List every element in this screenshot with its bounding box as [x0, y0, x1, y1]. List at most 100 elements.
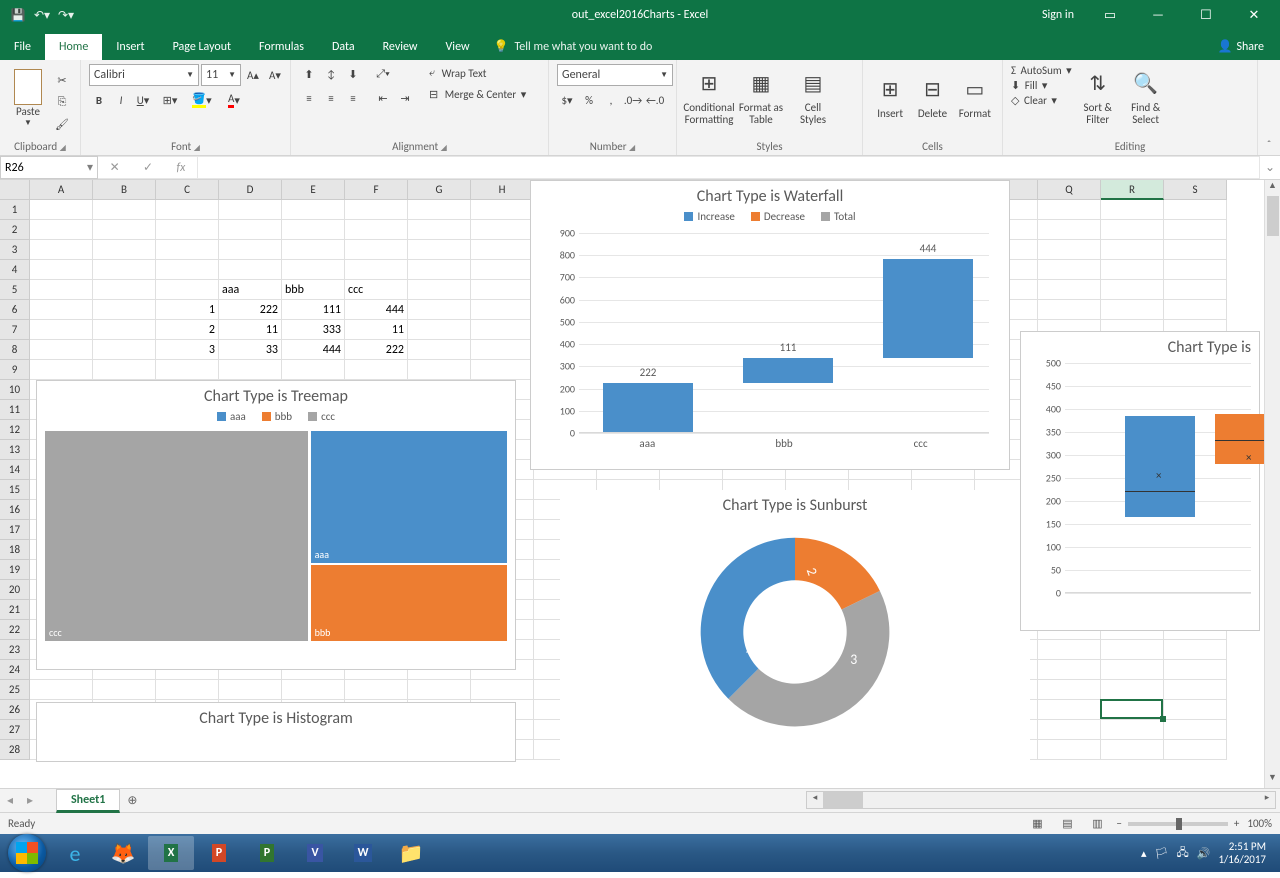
maximize-icon[interactable]: ☐ — [1184, 0, 1228, 30]
sheet-nav-next-icon[interactable]: ▸ — [20, 793, 40, 808]
tab-data[interactable]: Data — [318, 34, 369, 60]
powerpoint-taskbar-button[interactable]: P — [196, 836, 242, 870]
taskbar-clock[interactable]: 2:51 PM 1/16/2017 — [1218, 840, 1266, 866]
align-left-icon[interactable]: ≡ — [299, 88, 319, 108]
zoom-in-icon[interactable]: + — [1234, 817, 1239, 830]
clear-button[interactable]: ◇ Clear ▾ — [1011, 94, 1072, 107]
tell-me-search[interactable]: 💡 Tell me what you want to do — [484, 33, 663, 60]
find-select-button[interactable]: 🔍Find & Select — [1124, 64, 1168, 130]
waterfall-chart[interactable]: Chart Type is Waterfall Increase Decreas… — [530, 180, 1010, 470]
merge-center-button[interactable]: ⊟ Merge & Center ▾ — [425, 86, 530, 103]
sheet-nav-prev-icon[interactable]: ◂ — [0, 793, 20, 808]
tray-volume-icon[interactable]: 🔊 — [1197, 847, 1211, 860]
wrap-text-button[interactable]: ⤶ Wrap Text — [425, 64, 530, 82]
row-headers[interactable]: 1234567891011121314151617181920212223242… — [0, 200, 30, 760]
percent-format-icon[interactable]: % — [579, 90, 599, 110]
excel-taskbar-button[interactable]: X — [148, 836, 194, 870]
increase-decimal-icon[interactable]: .0→ — [623, 90, 643, 110]
share-button[interactable]: 👤 Share — [1201, 33, 1280, 60]
new-sheet-button[interactable]: ⊕ — [120, 793, 144, 808]
enter-formula-icon[interactable]: ✓ — [143, 160, 153, 175]
border-button[interactable]: ⊞▾ — [155, 90, 185, 110]
redo-icon[interactable]: ↷▾ — [56, 5, 76, 25]
orientation-icon[interactable]: ⤢▾ — [373, 64, 393, 84]
font-size-combo[interactable]: 11▼ — [201, 64, 241, 86]
number-format-combo[interactable]: General▼ — [557, 64, 673, 86]
normal-view-icon[interactable]: ▦ — [1026, 815, 1048, 833]
zoom-level[interactable]: 100% — [1247, 817, 1272, 830]
comma-format-icon[interactable]: , — [601, 90, 621, 110]
fill-color-button[interactable]: 🪣▾ — [187, 90, 217, 110]
decrease-decimal-icon[interactable]: ←.0 — [645, 90, 665, 110]
sunburst-chart[interactable]: Chart Type is Sunburst 1 2 3 — [560, 490, 1030, 770]
tab-view[interactable]: View — [432, 34, 484, 60]
align-middle-icon[interactable]: ↕ — [321, 64, 341, 84]
italic-button[interactable]: I — [111, 90, 131, 110]
grow-font-icon[interactable]: A▴ — [243, 65, 263, 85]
format-painter-icon[interactable]: 🖌 — [52, 114, 72, 134]
font-name-combo[interactable]: Calibri▼ — [89, 64, 199, 86]
save-icon[interactable]: 💾 — [8, 5, 28, 25]
name-box[interactable]: R26▾ — [0, 156, 98, 179]
tab-page-layout[interactable]: Page Layout — [159, 34, 245, 60]
start-button[interactable] — [4, 836, 50, 870]
page-layout-view-icon[interactable]: ▤ — [1056, 815, 1078, 833]
format-as-table-button[interactable]: ▦Format as Table — [737, 64, 785, 130]
visio-taskbar-button[interactable]: V — [292, 836, 338, 870]
bold-button[interactable]: B — [89, 90, 109, 110]
copy-icon[interactable]: ⎘ — [52, 92, 72, 112]
tab-file[interactable]: File — [0, 34, 45, 60]
tray-chevron-icon[interactable]: ▴ — [1141, 847, 1147, 860]
tab-review[interactable]: Review — [369, 34, 432, 60]
explorer-taskbar-button[interactable]: 📁 — [388, 836, 434, 870]
tab-insert[interactable]: Insert — [102, 34, 158, 60]
dialog-launcher-icon[interactable]: ◢ — [629, 143, 635, 153]
cancel-formula-icon[interactable]: ✕ — [110, 160, 120, 175]
cell-styles-button[interactable]: ▤Cell Styles — [789, 64, 837, 130]
undo-icon[interactable]: ↶▾ — [32, 5, 52, 25]
treemap-chart[interactable]: Chart Type is Treemap aaa bbb ccc ccc aa… — [36, 380, 516, 670]
paste-button[interactable]: Paste ▼ — [8, 69, 48, 135]
sign-in-link[interactable]: Sign in — [1032, 0, 1084, 30]
tray-flag-icon[interactable]: 🏳 — [1155, 847, 1169, 860]
delete-cells-button[interactable]: ⊟Delete — [913, 64, 951, 130]
fx-icon[interactable]: fx — [176, 161, 185, 175]
align-center-icon[interactable]: ≡ — [321, 88, 341, 108]
format-cells-button[interactable]: ▭Format — [956, 64, 994, 130]
sheet-tab[interactable]: Sheet1 — [56, 789, 120, 813]
tab-home[interactable]: Home — [45, 34, 102, 60]
zoom-out-icon[interactable]: − — [1116, 817, 1121, 830]
underline-button[interactable]: U▾ — [133, 90, 153, 110]
box-whisker-chart[interactable]: Chart Type is 05010015020025030035040045… — [1020, 331, 1260, 631]
font-color-button[interactable]: A▾ — [219, 90, 249, 110]
decrease-indent-icon[interactable]: ⇤ — [373, 88, 393, 108]
tab-formulas[interactable]: Formulas — [245, 34, 318, 60]
dialog-launcher-icon[interactable]: ◢ — [60, 143, 66, 153]
align-top-icon[interactable]: ⬆ — [299, 64, 319, 84]
cut-icon[interactable]: ✂ — [52, 70, 72, 90]
firefox-button[interactable]: 🦊 — [100, 836, 146, 870]
tray-network-icon[interactable]: 🖧 — [1177, 844, 1189, 863]
insert-cells-button[interactable]: ⊞Insert — [871, 64, 909, 130]
active-cell[interactable] — [1100, 699, 1163, 719]
project-taskbar-button[interactable]: P — [244, 836, 290, 870]
shrink-font-icon[interactable]: A▾ — [265, 65, 285, 85]
dialog-launcher-icon[interactable]: ◢ — [194, 143, 200, 153]
select-all-button[interactable] — [0, 180, 30, 200]
autosum-button[interactable]: Σ AutoSum ▾ — [1011, 64, 1072, 77]
page-break-view-icon[interactable]: ▥ — [1086, 815, 1108, 833]
ribbon-display-icon[interactable]: ▭ — [1088, 0, 1132, 30]
zoom-slider[interactable]: − + — [1116, 817, 1239, 830]
ie-button[interactable]: e — [52, 836, 98, 870]
align-bottom-icon[interactable]: ⬇ — [343, 64, 363, 84]
collapse-ribbon-icon[interactable]: ˆ — [1258, 60, 1280, 155]
horizontal-scrollbar[interactable]: ◂ ▸ — [806, 791, 1276, 809]
conditional-formatting-button[interactable]: ⊞Conditional Formatting — [685, 64, 733, 130]
increase-indent-icon[interactable]: ⇥ — [395, 88, 415, 108]
align-right-icon[interactable]: ≡ — [343, 88, 363, 108]
histogram-chart[interactable]: Chart Type is Histogram — [36, 702, 516, 762]
expand-formula-bar-icon[interactable]: ⌄ — [1260, 156, 1280, 179]
word-taskbar-button[interactable]: W — [340, 836, 386, 870]
dialog-launcher-icon[interactable]: ◢ — [441, 143, 447, 153]
fill-button[interactable]: ⬇ Fill ▾ — [1011, 79, 1072, 92]
